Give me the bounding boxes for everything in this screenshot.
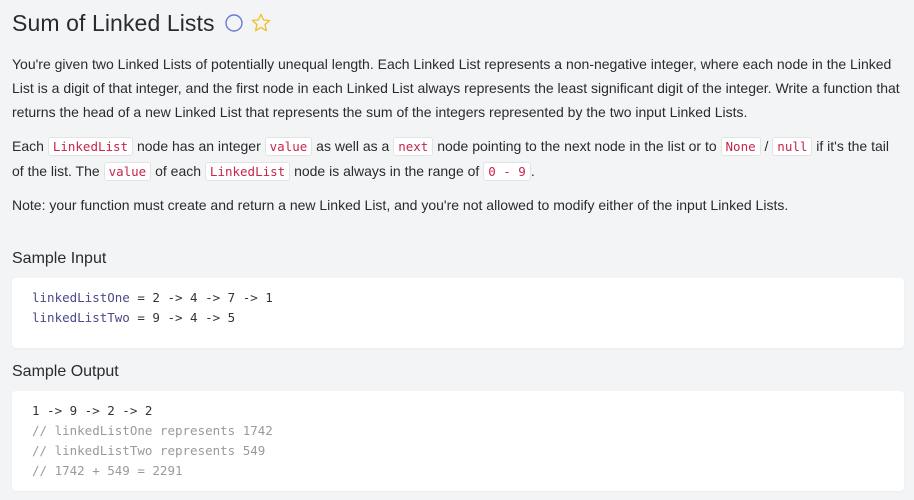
favorite-star-button[interactable] xyxy=(250,12,272,34)
inline-code: None xyxy=(720,137,761,156)
inline-code: next xyxy=(393,137,434,156)
inline-code: LinkedList xyxy=(204,162,291,181)
star-icon xyxy=(251,13,270,32)
inline-code: 0 - 9 xyxy=(483,162,531,181)
page-title: Sum of Linked Lists xyxy=(12,9,215,36)
code-text: = 2 -> 4 -> 7 -> 1 xyxy=(129,290,273,305)
completion-status-icon[interactable] xyxy=(224,14,243,32)
text: . xyxy=(530,163,535,179)
text: node pointing to the next node in the li… xyxy=(433,138,721,154)
text: Each xyxy=(12,138,48,154)
title-row: Sum of Linked Lists xyxy=(12,0,902,46)
code-comment: // linkedListOne represents 1742 xyxy=(32,423,273,438)
sample-output-heading: Sample Output xyxy=(12,363,119,380)
problem-page: Sum of Linked Lists You're given two Lin… xyxy=(0,0,914,500)
inline-code: null xyxy=(772,137,813,156)
inline-code: value xyxy=(103,162,152,181)
code-line: 1 -> 9 -> 2 -> 2 xyxy=(32,403,153,418)
problem-description: You're given two Linked Lists of potenti… xyxy=(12,52,902,217)
code-variable: linkedListOne xyxy=(32,290,130,305)
inline-code: value xyxy=(264,137,313,156)
code-line: linkedListTwo = 9 -> 4 -> 5 xyxy=(32,308,884,328)
description-paragraph: Each LinkedList node has an integer valu… xyxy=(12,134,902,184)
description-paragraph: Note: your function must create and retu… xyxy=(12,197,789,213)
code-comment: // 1742 + 549 = 2291 xyxy=(32,463,183,478)
code-comment: // linkedListTwo represents 549 xyxy=(32,443,266,458)
inline-code: LinkedList xyxy=(47,137,134,156)
text: of each xyxy=(151,163,205,179)
code-variable: linkedListTwo xyxy=(32,310,130,325)
text: node is always in the range of xyxy=(290,163,484,179)
circle-icon xyxy=(224,14,243,32)
text: node has an integer xyxy=(133,138,265,154)
code-line: linkedListOne = 2 -> 4 -> 7 -> 1 xyxy=(32,288,884,308)
sample-input-heading: Sample Input xyxy=(12,250,107,267)
text: / xyxy=(760,138,773,154)
text: as well as a xyxy=(312,138,394,154)
sample-input-code-block[interactable]: linkedListOne = 2 -> 4 -> 7 -> 1 linkedL… xyxy=(12,278,904,348)
code-text: = 9 -> 4 -> 5 xyxy=(129,310,236,325)
description-paragraph: You're given two Linked Lists of potenti… xyxy=(12,56,900,120)
sample-output-code-block[interactable]: 1 -> 9 -> 2 -> 2 // linkedListOne repres… xyxy=(12,391,904,491)
